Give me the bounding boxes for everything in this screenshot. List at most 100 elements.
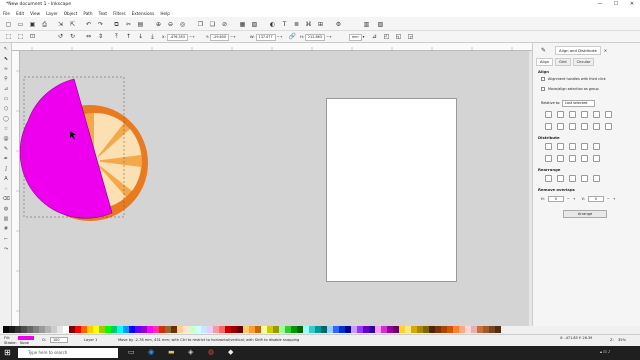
- menu-extensions[interactable]: Extensions: [132, 11, 155, 16]
- dropper-tool-icon[interactable]: ⌐: [2, 235, 10, 243]
- raise-to-top-icon[interactable]: ⤒: [112, 32, 121, 41]
- lock-ratio-icon[interactable]: 🔗: [288, 32, 297, 41]
- arrange-button[interactable]: Arrange: [563, 210, 607, 218]
- close-button[interactable]: ✕: [624, 0, 640, 9]
- raise-icon[interactable]: ↑: [124, 32, 133, 41]
- menu-help[interactable]: Help: [160, 11, 170, 16]
- w-increment[interactable]: +: [280, 35, 283, 39]
- system-tray[interactable]: ▴ ⊡ ♪: [600, 349, 610, 354]
- preferences-icon[interactable]: ⚙: [334, 20, 343, 29]
- zoom-tool-icon[interactable]: ⚲: [2, 75, 10, 83]
- select-all-layers-icon[interactable]: ⬚: [16, 32, 25, 41]
- tab-circular[interactable]: Circular: [572, 58, 595, 66]
- exchange-positions-icon[interactable]: [545, 175, 552, 182]
- group-icon[interactable]: ▦: [238, 20, 247, 29]
- menu-filters[interactable]: Filters: [113, 11, 126, 16]
- x-increment[interactable]: +: [192, 35, 195, 39]
- layer-select[interactable]: Layer 1: [84, 338, 97, 342]
- y-increment[interactable]: +: [233, 35, 236, 39]
- export-icon[interactable]: ⇱: [68, 20, 77, 29]
- palette-swatch[interactable]: [495, 326, 501, 333]
- lock-guides-icon[interactable]: ▨: [376, 20, 385, 29]
- h-gap-decrement[interactable]: −: [567, 197, 570, 201]
- duplicate-icon[interactable]: ❐: [196, 20, 205, 29]
- unclump-icon[interactable]: [593, 175, 600, 182]
- chrome-icon[interactable]: ◍: [208, 348, 214, 356]
- align-bottom-edges-icon[interactable]: [569, 123, 576, 130]
- mesh-tool-icon[interactable]: #: [2, 225, 10, 233]
- menu-path[interactable]: Path: [83, 11, 92, 16]
- paste-icon[interactable]: ▤: [136, 20, 145, 29]
- h-gap-input[interactable]: 0: [547, 196, 564, 202]
- cut-icon[interactable]: ✂: [124, 20, 133, 29]
- align-top-to-bottom-icon[interactable]: [593, 123, 600, 130]
- windows-start-icon[interactable]: ⊞: [4, 348, 11, 357]
- fill-swatch[interactable]: [18, 336, 34, 340]
- layers-icon[interactable]: ≣: [292, 20, 301, 29]
- center-horizontal-axis-icon[interactable]: [557, 123, 564, 130]
- measure-tool-icon[interactable]: ⊿: [2, 85, 10, 93]
- v-gap-increment[interactable]: +: [613, 197, 616, 201]
- flip-horizontal-icon[interactable]: ⇔: [84, 32, 93, 41]
- menu-view[interactable]: View: [30, 11, 40, 16]
- open-icon[interactable]: ▭: [16, 20, 25, 29]
- stroke-value[interactable]: None: [20, 341, 29, 345]
- rotate-ccw-icon[interactable]: ↺: [56, 32, 65, 41]
- align-text-baseline-icon[interactable]: [605, 111, 612, 118]
- save-icon[interactable]: ▣: [28, 20, 37, 29]
- option-third-click[interactable]: Alignment handles with third click: [541, 77, 606, 81]
- tab-grid[interactable]: Grid: [555, 58, 571, 66]
- x-input[interactable]: -476.553: [166, 33, 188, 41]
- rotate-cw-icon[interactable]: ↻: [68, 32, 77, 41]
- zoom-value[interactable]: 35%: [618, 338, 626, 342]
- y-input[interactable]: -29.650: [209, 33, 230, 41]
- spray-tool-icon[interactable]: ⁘: [2, 185, 10, 193]
- clone-icon[interactable]: ❏: [208, 20, 217, 29]
- distribute-gaps-v-icon[interactable]: [581, 155, 588, 162]
- w-input[interactable]: 137.077: [255, 33, 276, 41]
- align-right-edges-icon[interactable]: [569, 111, 576, 118]
- import-icon[interactable]: ⇲: [56, 20, 65, 29]
- xml-editor-icon[interactable]: ⌘: [304, 20, 313, 29]
- star-tool-icon[interactable]: ☆: [2, 125, 10, 133]
- rectangle-tool-icon[interactable]: ▭: [2, 95, 10, 103]
- text-tool-icon[interactable]: A: [2, 175, 10, 183]
- menu-text[interactable]: Text: [99, 11, 107, 16]
- spiral-tool-icon[interactable]: @: [2, 135, 10, 143]
- opacity-input[interactable]: 100: [50, 337, 68, 343]
- distribute-right-icon[interactable]: [569, 143, 576, 150]
- dock-tab-align-distribute[interactable]: Align and Distribute: [555, 45, 601, 55]
- pen-tool-icon[interactable]: ✒: [2, 155, 10, 163]
- fill-stroke-dock-icon[interactable]: ✎: [539, 46, 548, 55]
- v-gap-decrement[interactable]: −: [607, 197, 610, 201]
- print-icon[interactable]: ⎙: [40, 20, 49, 29]
- task-view-icon[interactable]: ▭: [128, 348, 135, 356]
- distribute-baselines-icon[interactable]: [593, 143, 600, 150]
- center-vertical-axis-icon[interactable]: [557, 111, 564, 118]
- lower-icon[interactable]: ↓: [136, 32, 145, 41]
- h-increment[interactable]: +: [329, 35, 332, 39]
- distribute-baselines-v-icon[interactable]: [593, 155, 600, 162]
- horizontal-ruler[interactable]: [12, 43, 532, 51]
- scale-stroke-icon[interactable]: ⊿: [370, 32, 379, 41]
- zoom-drawing-icon[interactable]: ⊖: [166, 20, 175, 29]
- text-font-icon[interactable]: T: [280, 20, 289, 29]
- align-baseline-vertical-icon[interactable]: [605, 123, 612, 130]
- zoom-page-icon[interactable]: ◎: [178, 20, 187, 29]
- selector-tool-icon[interactable]: ↖: [2, 45, 10, 53]
- ungroup-icon[interactable]: ▧: [250, 20, 259, 29]
- select-all-icon[interactable]: ⬚: [4, 32, 13, 41]
- option-move-group[interactable]: Move/align selection as group: [541, 87, 599, 91]
- fill-stroke-icon[interactable]: ◐: [268, 20, 277, 29]
- copy-icon[interactable]: ⧉: [112, 20, 121, 29]
- unlink-clone-icon[interactable]: ⊘: [220, 20, 229, 29]
- move-patterns-icon[interactable]: ◲: [406, 32, 415, 41]
- relative-to-select[interactable]: Last selected: [562, 100, 595, 107]
- vertical-ruler[interactable]: [12, 51, 20, 326]
- align-distribute-icon[interactable]: ⊞: [316, 20, 325, 29]
- exchange-z-order-icon[interactable]: [569, 175, 576, 182]
- maximize-button[interactable]: ☐: [608, 0, 624, 9]
- 3d-box-tool-icon[interactable]: ⬡: [2, 105, 10, 113]
- third-click-checkbox[interactable]: [541, 77, 545, 81]
- flip-vertical-icon[interactable]: ⇕: [96, 32, 105, 41]
